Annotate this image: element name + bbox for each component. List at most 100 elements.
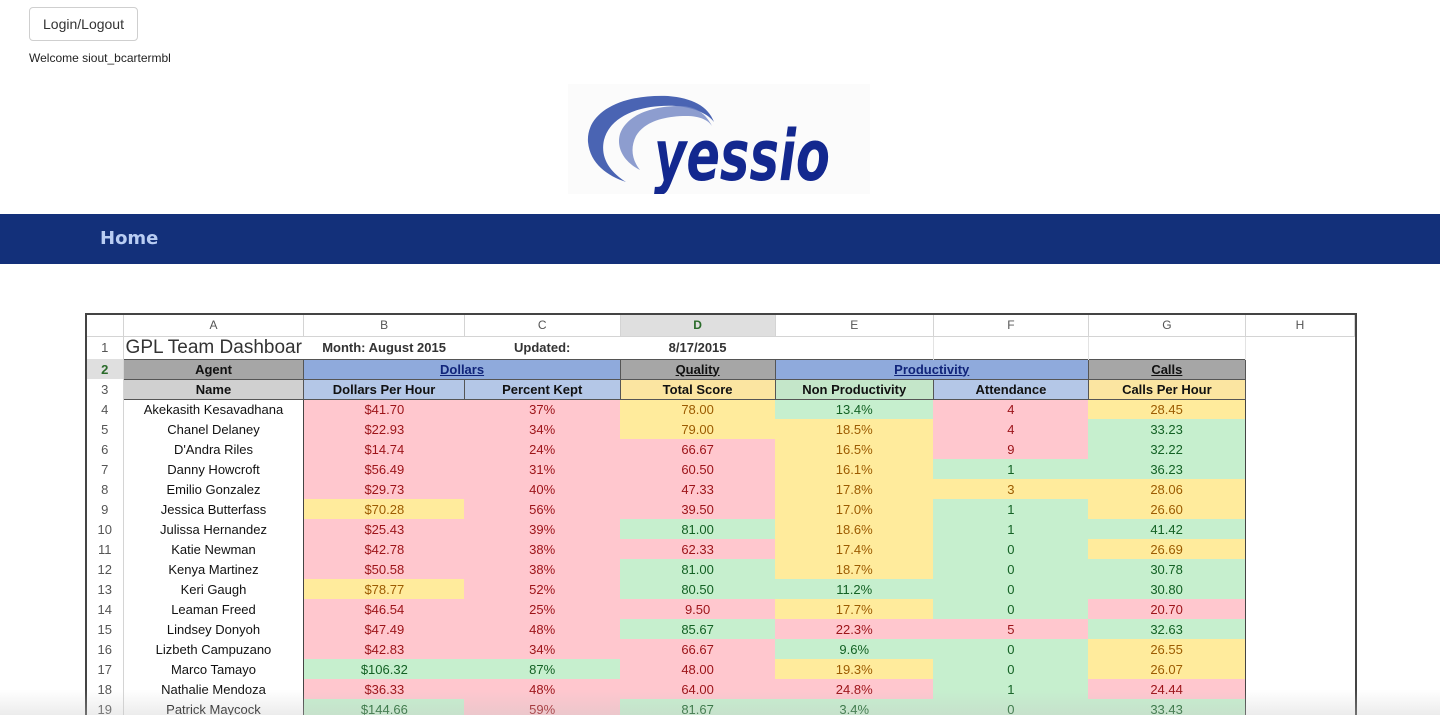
col-header-h[interactable]: H xyxy=(1245,315,1355,337)
total-score-cell[interactable]: 48.00 xyxy=(620,659,776,679)
calls-per-hour-cell[interactable]: 32.22 xyxy=(1088,439,1246,459)
agent-name-cell[interactable]: Kenya Martinez xyxy=(123,559,305,579)
calls-per-hour-cell[interactable]: 26.55 xyxy=(1088,639,1246,659)
total-score-cell[interactable]: 64.00 xyxy=(620,679,776,699)
dollars-per-hour-cell[interactable]: $70.28 xyxy=(303,499,465,519)
attendance-cell[interactable]: 0 xyxy=(933,559,1089,579)
attendance-cell[interactable]: 5 xyxy=(933,619,1089,639)
total-score-cell[interactable]: 66.67 xyxy=(620,639,776,659)
non-productivity-cell[interactable]: 17.7% xyxy=(775,599,934,619)
dollars-per-hour-cell[interactable]: $41.70 xyxy=(303,399,465,419)
total-score-cell[interactable]: 66.67 xyxy=(620,439,776,459)
attendance-cell[interactable]: 0 xyxy=(933,579,1089,599)
percent-kept-cell[interactable]: 37% xyxy=(464,399,621,419)
row-number[interactable]: 17 xyxy=(87,659,124,679)
attendance-cell[interactable]: 0 xyxy=(933,599,1089,619)
percent-kept-cell[interactable]: 34% xyxy=(464,639,621,659)
total-score-cell[interactable]: 81.00 xyxy=(620,559,776,579)
col-header-b[interactable]: B xyxy=(303,315,465,337)
login-logout-button[interactable]: Login/Logout xyxy=(29,7,138,41)
non-productivity-cell[interactable]: 19.3% xyxy=(775,659,934,679)
row-number[interactable]: 5 xyxy=(87,419,124,439)
attendance-cell[interactable]: 0 xyxy=(933,639,1089,659)
row-number[interactable]: 11 xyxy=(87,539,124,559)
non-productivity-cell[interactable]: 3.4% xyxy=(775,699,934,715)
dollars-per-hour-cell[interactable]: $22.93 xyxy=(303,419,465,439)
total-score-cell[interactable]: 79.00 xyxy=(620,419,776,439)
total-score-cell[interactable]: 60.50 xyxy=(620,459,776,479)
agent-name-cell[interactable]: Nathalie Mendoza xyxy=(123,679,305,699)
row-number[interactable]: 3 xyxy=(87,379,124,399)
agent-name-cell[interactable]: Julissa Hernandez xyxy=(123,519,305,539)
agent-name-cell[interactable]: Jessica Butterfass xyxy=(123,499,305,519)
calls-per-hour-cell[interactable]: 24.44 xyxy=(1088,679,1246,699)
calls-per-hour-cell[interactable]: 20.70 xyxy=(1088,599,1246,619)
non-productivity-cell[interactable]: 16.1% xyxy=(775,459,934,479)
calls-per-hour-cell[interactable]: 36.23 xyxy=(1088,459,1246,479)
calls-per-hour-cell[interactable]: 30.78 xyxy=(1088,559,1246,579)
percent-kept-cell[interactable]: 31% xyxy=(464,459,621,479)
row-number[interactable]: 2 xyxy=(87,359,124,379)
calls-per-hour-cell[interactable]: 41.42 xyxy=(1088,519,1246,539)
calls-per-hour-cell[interactable]: 33.43 xyxy=(1088,699,1246,715)
attendance-cell[interactable]: 0 xyxy=(933,699,1089,715)
attendance-cell[interactable]: 1 xyxy=(933,499,1089,519)
percent-kept-cell[interactable]: 24% xyxy=(464,439,621,459)
attendance-cell[interactable]: 4 xyxy=(933,419,1089,439)
percent-kept-cell[interactable]: 59% xyxy=(464,699,621,715)
agent-name-cell[interactable]: Danny Howcroft xyxy=(123,459,305,479)
row-number[interactable]: 18 xyxy=(87,679,124,699)
percent-kept-cell[interactable]: 38% xyxy=(464,539,621,559)
total-score-cell[interactable]: 81.00 xyxy=(620,519,776,539)
dollars-per-hour-cell[interactable]: $78.77 xyxy=(303,579,465,599)
percent-kept-cell[interactable]: 38% xyxy=(464,559,621,579)
dollars-per-hour-cell[interactable]: $50.58 xyxy=(303,559,465,579)
row-number[interactable]: 10 xyxy=(87,519,124,539)
row-number[interactable]: 19 xyxy=(87,699,124,715)
row-number[interactable]: 13 xyxy=(87,579,124,599)
row-number[interactable]: 9 xyxy=(87,499,124,519)
calls-per-hour-cell[interactable]: 26.60 xyxy=(1088,499,1246,519)
dollars-per-hour-cell[interactable]: $36.33 xyxy=(303,679,465,699)
row-number[interactable]: 12 xyxy=(87,559,124,579)
calls-per-hour-cell[interactable]: 26.69 xyxy=(1088,539,1246,559)
non-productivity-cell[interactable]: 13.4% xyxy=(775,399,934,419)
attendance-cell[interactable]: 1 xyxy=(933,459,1089,479)
agent-name-cell[interactable]: Keri Gaugh xyxy=(123,579,305,599)
calls-per-hour-cell[interactable]: 33.23 xyxy=(1088,419,1246,439)
dollars-per-hour-cell[interactable]: $25.43 xyxy=(303,519,465,539)
non-productivity-cell[interactable]: 16.5% xyxy=(775,439,934,459)
dollars-per-hour-cell[interactable]: $14.74 xyxy=(303,439,465,459)
non-productivity-cell[interactable]: 18.7% xyxy=(775,559,934,579)
agent-name-cell[interactable]: D'Andra Riles xyxy=(123,439,305,459)
non-productivity-cell[interactable]: 17.4% xyxy=(775,539,934,559)
col-header-e[interactable]: E xyxy=(775,315,934,337)
col-header-f[interactable]: F xyxy=(933,315,1089,337)
calls-per-hour-cell[interactable]: 28.45 xyxy=(1088,399,1246,419)
attendance-cell[interactable]: 3 xyxy=(933,479,1089,499)
total-score-cell[interactable]: 39.50 xyxy=(620,499,776,519)
attendance-cell[interactable]: 1 xyxy=(933,679,1089,699)
attendance-cell[interactable]: 1 xyxy=(933,519,1089,539)
dollars-per-hour-cell[interactable]: $46.54 xyxy=(303,599,465,619)
attendance-cell[interactable]: 0 xyxy=(933,659,1089,679)
agent-name-cell[interactable]: Emilio Gonzalez xyxy=(123,479,305,499)
total-score-cell[interactable]: 81.67 xyxy=(620,699,776,715)
percent-kept-cell[interactable]: 34% xyxy=(464,419,621,439)
non-productivity-cell[interactable]: 22.3% xyxy=(775,619,934,639)
non-productivity-cell[interactable]: 9.6% xyxy=(775,639,934,659)
row-number[interactable]: 14 xyxy=(87,599,124,619)
total-score-cell[interactable]: 85.67 xyxy=(620,619,776,639)
calls-per-hour-cell[interactable]: 26.07 xyxy=(1088,659,1246,679)
non-productivity-cell[interactable]: 18.6% xyxy=(775,519,934,539)
row-number[interactable]: 7 xyxy=(87,459,124,479)
calls-per-hour-cell[interactable]: 30.80 xyxy=(1088,579,1246,599)
row-number[interactable]: 8 xyxy=(87,479,124,499)
total-score-cell[interactable]: 47.33 xyxy=(620,479,776,499)
percent-kept-cell[interactable]: 52% xyxy=(464,579,621,599)
percent-kept-cell[interactable]: 87% xyxy=(464,659,621,679)
agent-name-cell[interactable]: Chanel Delaney xyxy=(123,419,305,439)
agent-name-cell[interactable]: Akekasith Kesavadhana xyxy=(123,399,305,419)
dollars-per-hour-cell[interactable]: $29.73 xyxy=(303,479,465,499)
non-productivity-cell[interactable]: 18.5% xyxy=(775,419,934,439)
